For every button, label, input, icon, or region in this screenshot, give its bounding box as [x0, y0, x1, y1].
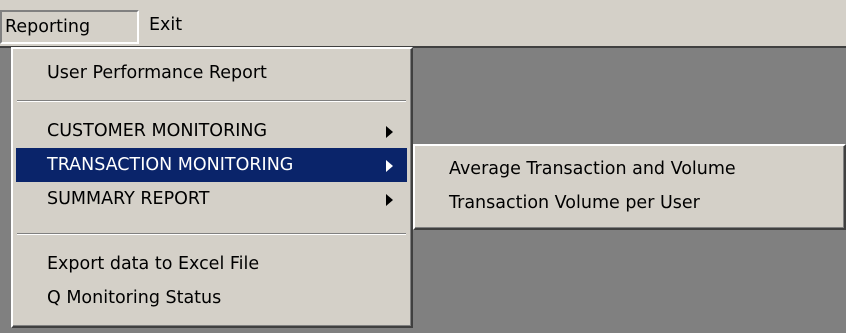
- menu-exit[interactable]: Exit: [146, 10, 196, 44]
- menu-item-label: Export data to Excel File: [47, 254, 260, 274]
- menu-separator: [17, 233, 406, 235]
- menu-item-customer-monitoring[interactable]: CUSTOMER MONITORING: [16, 114, 407, 148]
- menu-item-transaction-monitoring[interactable]: TRANSACTION MONITORING: [16, 148, 407, 182]
- transaction-monitoring-submenu: Average Transaction and Volume Transacti…: [413, 144, 846, 230]
- menu-item-export-to-excel[interactable]: Export data to Excel File: [16, 247, 407, 281]
- menu-item-label: Transaction Volume per User: [449, 193, 700, 213]
- menu-reporting[interactable]: Reporting: [0, 10, 139, 44]
- submenu-arrow-icon: [386, 126, 393, 138]
- reporting-dropdown-menu: User Performance Report CUSTOMER MONITOR…: [11, 47, 413, 328]
- menu-item-label: SUMMARY REPORT: [47, 189, 210, 209]
- menu-item-label: Average Transaction and Volume: [449, 159, 736, 179]
- menu-item-label: User Performance Report: [47, 63, 267, 83]
- menu-item-label: TRANSACTION MONITORING: [47, 155, 294, 175]
- menu-item-user-performance-report[interactable]: User Performance Report: [16, 56, 407, 90]
- menu-item-transaction-volume-per-user[interactable]: Transaction Volume per User: [418, 186, 842, 220]
- menu-item-summary-report[interactable]: SUMMARY REPORT: [16, 182, 407, 216]
- submenu-arrow-icon: [386, 160, 393, 172]
- menu-item-label: Q Monitoring Status: [47, 288, 222, 308]
- menu-bar: Reporting Exit: [0, 0, 846, 46]
- menu-separator: [17, 100, 406, 102]
- submenu-arrow-icon: [386, 194, 393, 206]
- menu-item-q-monitoring-status[interactable]: Q Monitoring Status: [16, 281, 407, 315]
- menu-item-label: CUSTOMER MONITORING: [47, 121, 268, 141]
- menu-item-average-transaction-and-volume[interactable]: Average Transaction and Volume: [418, 152, 842, 186]
